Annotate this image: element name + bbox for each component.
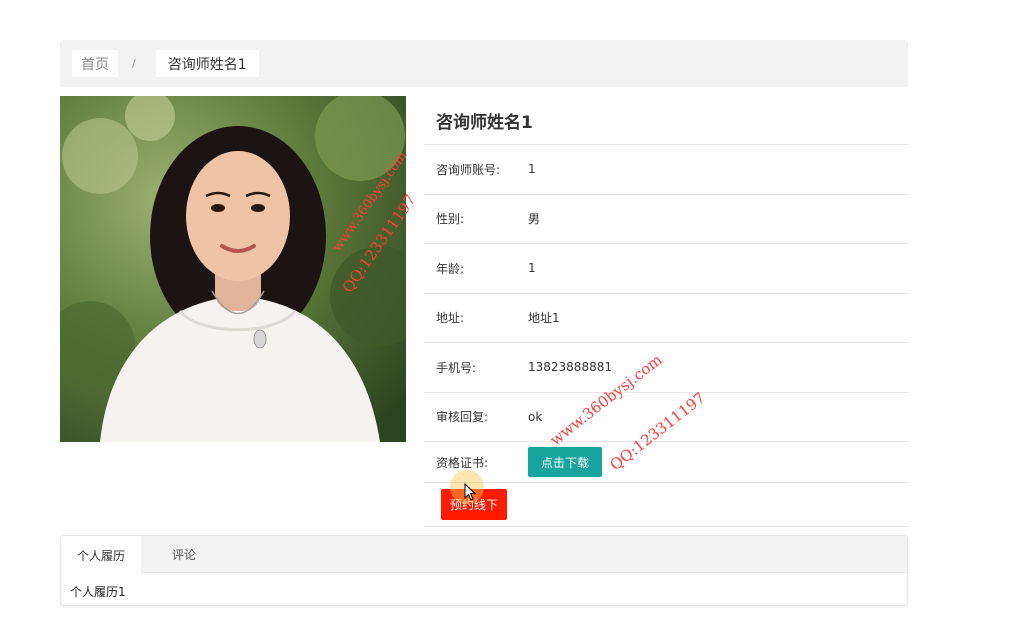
breadcrumb: 首页 / 咨询师姓名1	[60, 40, 908, 87]
page: 首页 / 咨询师姓名1 咨询师姓名1 咨询师账号: 1 性别: 男 年龄: 1 …	[0, 0, 1014, 621]
field-value: ok	[528, 409, 543, 424]
field-label: 咨询师账号:	[436, 162, 501, 177]
field-value: 1	[528, 162, 536, 177]
field-label: 性别:	[436, 212, 465, 227]
tab-content: 个人履历1	[70, 585, 126, 599]
tab-comments[interactable]: 评论	[141, 536, 212, 573]
action-row: 预约线下	[424, 483, 908, 527]
field-value: 1	[528, 261, 536, 276]
counselor-photo	[60, 96, 406, 442]
field-label: 资格证书:	[436, 455, 489, 470]
download-certificate-button[interactable]: 点击下载	[528, 447, 603, 477]
field-label: 手机号:	[436, 360, 477, 375]
breadcrumb-current: 咨询师姓名1	[155, 50, 259, 77]
tab-header: 个人履历 评论	[61, 536, 907, 574]
detail-tabs: 个人履历 评论 个人履历1	[60, 535, 908, 606]
field-label: 年龄:	[436, 261, 465, 276]
counselor-name: 咨询师姓名1	[424, 96, 908, 145]
mouse-pointer-icon	[464, 483, 476, 501]
field-review-reply: 审核回复: ok	[424, 393, 908, 442]
field-address: 地址: 地址1	[424, 294, 908, 343]
breadcrumb-home-link[interactable]: 首页	[72, 50, 118, 77]
field-age: 年龄: 1	[424, 244, 908, 294]
breadcrumb-separator: /	[132, 57, 136, 70]
field-account: 咨询师账号: 1	[424, 145, 908, 195]
field-value: 男	[528, 212, 541, 227]
field-label: 审核回复:	[436, 410, 489, 425]
counselor-info-panel: 咨询师姓名1 咨询师账号: 1 性别: 男 年龄: 1 地址: 地址1 手机号:…	[424, 96, 908, 527]
field-certificate: 资格证书: 点击下载	[424, 442, 908, 483]
field-value: 13823888881	[528, 360, 612, 375]
field-phone: 手机号: 13823888881	[424, 343, 908, 393]
field-label: 地址:	[436, 311, 465, 326]
field-value: 地址1	[528, 311, 560, 326]
field-gender: 性别: 男	[424, 195, 908, 244]
portrait-image	[60, 96, 406, 442]
tab-resume[interactable]: 个人履历	[61, 536, 142, 574]
